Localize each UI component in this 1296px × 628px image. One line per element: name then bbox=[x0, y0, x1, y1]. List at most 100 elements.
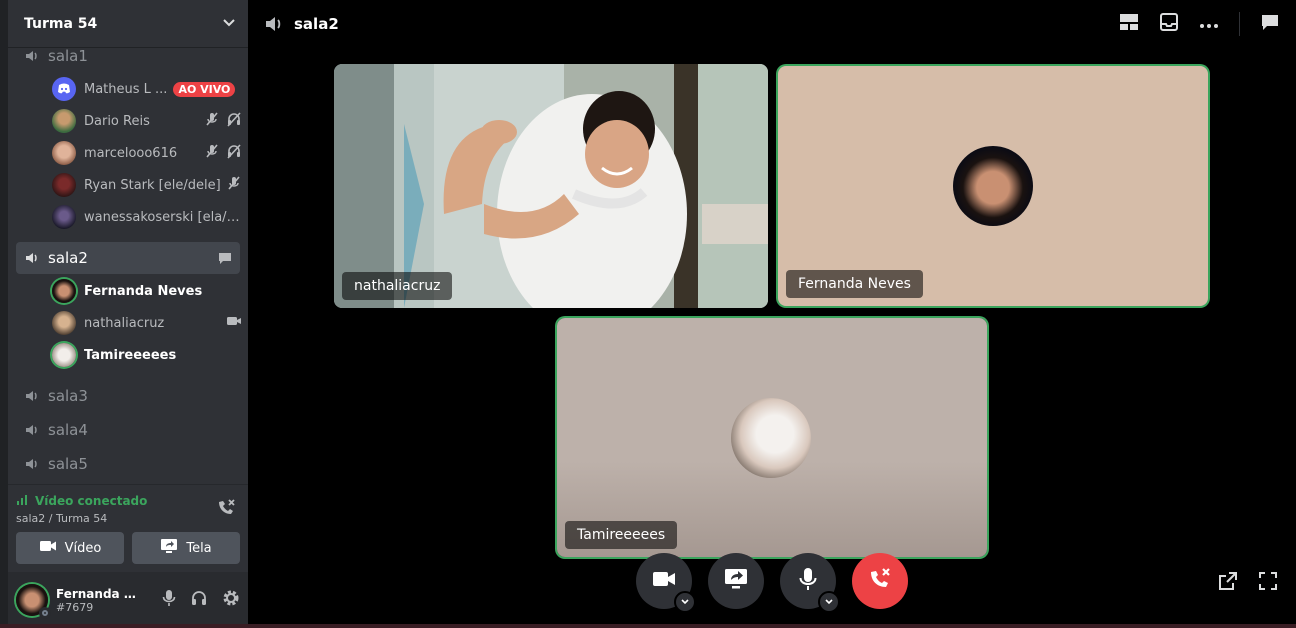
guild-rail bbox=[0, 0, 8, 628]
channel-name: sala1 bbox=[48, 47, 88, 65]
signal-bars-icon bbox=[16, 493, 30, 508]
voice-user[interactable]: Matheus L ... AO VIVO bbox=[52, 75, 242, 103]
divider bbox=[1239, 12, 1240, 36]
avatar bbox=[52, 343, 76, 367]
video-camera-icon bbox=[226, 315, 242, 331]
video-button[interactable]: Vídeo bbox=[16, 532, 124, 564]
video-tile[interactable]: Tamireeeees bbox=[557, 318, 987, 557]
voice-user-name: wanessakoserski [ela/de... bbox=[84, 209, 242, 225]
taskbar-edge bbox=[0, 624, 1296, 628]
video-tile[interactable]: nathaliacruz bbox=[334, 64, 768, 308]
status-indicator bbox=[39, 607, 51, 619]
voice-user-name: nathaliacruz bbox=[84, 315, 165, 331]
microphone-toggle-button[interactable] bbox=[780, 553, 840, 613]
live-badge: AO VIVO bbox=[173, 81, 236, 97]
connection-location[interactable]: sala2 / Turma 54 bbox=[16, 512, 107, 525]
channel-name: sala5 bbox=[48, 455, 88, 473]
avatar bbox=[52, 279, 76, 303]
voice-channel-sala5[interactable]: sala5 bbox=[16, 448, 240, 480]
voice-user[interactable]: Tamireeeees bbox=[52, 341, 242, 369]
voice-channel-sala4[interactable]: sala4 bbox=[16, 414, 240, 446]
user-tag: #7679 bbox=[56, 600, 94, 614]
avatar[interactable] bbox=[16, 584, 51, 619]
inbox-icon[interactable] bbox=[1159, 13, 1179, 35]
more-options-icon[interactable] bbox=[1199, 15, 1219, 33]
user-info[interactable]: Fernanda N... #7679 bbox=[56, 587, 140, 614]
voice-user[interactable]: wanessakoserski [ela/de... bbox=[52, 203, 242, 231]
video-call-area: sala2 nathaliacruz Fernanda Neves Tamire… bbox=[248, 0, 1296, 628]
channel-name: sala2 bbox=[48, 249, 88, 267]
voice-user[interactable]: marcelooo616 bbox=[52, 139, 242, 167]
muted-mic-icon bbox=[226, 175, 242, 195]
voice-connection-panel: Vídeo conectado sala2 / Turma 54 Vídeo T… bbox=[8, 484, 248, 572]
microphone-icon bbox=[799, 567, 817, 595]
voice-channel-sala2[interactable]: sala2 bbox=[16, 242, 240, 274]
deafened-headset-icon bbox=[226, 111, 242, 131]
voice-user[interactable]: nathaliacruz bbox=[52, 309, 242, 337]
fullscreen-icon[interactable] bbox=[1258, 571, 1278, 595]
screen-share-icon bbox=[160, 538, 178, 558]
avatar bbox=[52, 141, 76, 165]
voice-user[interactable]: Fernanda Neves bbox=[52, 277, 242, 305]
speaker-icon bbox=[24, 250, 42, 266]
screen-share-label: Tela bbox=[186, 540, 212, 556]
user-panel: Fernanda N... #7679 bbox=[8, 572, 248, 628]
camera-toggle-button[interactable] bbox=[636, 553, 696, 613]
voice-user-name: Matheus L ... bbox=[84, 81, 168, 97]
connection-status-text: Vídeo conectado bbox=[35, 493, 148, 508]
hang-up-icon bbox=[868, 568, 892, 594]
voice-channel-sala3[interactable]: sala3 bbox=[16, 380, 240, 412]
screen-share-button[interactable]: Tela bbox=[132, 532, 240, 564]
chevron-down-icon[interactable] bbox=[818, 591, 840, 613]
avatar bbox=[52, 173, 76, 197]
screen-share-button[interactable] bbox=[708, 553, 764, 609]
avatar bbox=[52, 311, 76, 335]
voice-user[interactable]: Ryan Stark [ele/dele] bbox=[52, 171, 242, 199]
speaker-icon bbox=[24, 388, 42, 404]
participant-name: Fernanda Neves bbox=[786, 270, 923, 298]
avatar bbox=[731, 398, 811, 478]
speaker-icon bbox=[24, 456, 42, 472]
channel-topbar: sala2 bbox=[248, 0, 1296, 48]
video-camera-icon bbox=[39, 540, 57, 556]
chevron-down-icon[interactable] bbox=[674, 591, 696, 613]
connection-status[interactable]: Vídeo conectado bbox=[16, 493, 147, 508]
headset-icon[interactable] bbox=[190, 589, 208, 611]
page-title: sala2 bbox=[294, 15, 339, 33]
chat-bubble-icon[interactable] bbox=[1260, 13, 1280, 35]
avatar bbox=[52, 109, 76, 133]
speaker-icon bbox=[264, 15, 284, 33]
avatar bbox=[52, 77, 76, 101]
layout-grid-icon[interactable] bbox=[1119, 13, 1139, 35]
voice-user-name: marcelooo616 bbox=[84, 145, 178, 161]
popout-icon[interactable] bbox=[1218, 571, 1238, 595]
screen-share-icon bbox=[724, 568, 748, 594]
video-tile[interactable]: Fernanda Neves bbox=[778, 66, 1208, 306]
speaker-icon bbox=[24, 48, 42, 64]
channel-name: sala3 bbox=[48, 387, 88, 405]
muted-mic-icon bbox=[204, 111, 220, 131]
channel-sidebar: Turma 54 sala1 Matheus L ... AO VIVO Dar… bbox=[8, 0, 248, 628]
voice-user-name: Tamireeeees bbox=[84, 347, 177, 363]
avatar bbox=[953, 146, 1033, 226]
microphone-icon[interactable] bbox=[162, 589, 176, 611]
video-camera-icon bbox=[652, 570, 676, 592]
gear-icon[interactable] bbox=[222, 589, 240, 611]
speaker-icon bbox=[24, 422, 42, 438]
disconnect-button[interactable] bbox=[852, 553, 908, 609]
voice-user[interactable]: Dario Reis bbox=[52, 107, 242, 135]
voice-user-name: Dario Reis bbox=[84, 113, 150, 129]
avatar bbox=[52, 205, 76, 229]
video-button-label: Vídeo bbox=[64, 540, 102, 556]
voice-user-name: Ryan Stark [ele/dele] bbox=[84, 177, 221, 193]
voice-channel-sala1[interactable]: sala1 bbox=[16, 40, 240, 72]
chat-bubble-icon[interactable] bbox=[218, 251, 232, 265]
voice-user-name: Fernanda Neves bbox=[84, 283, 203, 299]
participant-name: nathaliacruz bbox=[342, 272, 453, 300]
chevron-down-icon[interactable] bbox=[222, 15, 236, 33]
disconnect-icon[interactable] bbox=[216, 499, 236, 521]
channel-name: sala4 bbox=[48, 421, 88, 439]
username: Fernanda N... bbox=[56, 586, 140, 601]
server-name: Turma 54 bbox=[24, 15, 98, 32]
muted-mic-icon bbox=[204, 143, 220, 163]
